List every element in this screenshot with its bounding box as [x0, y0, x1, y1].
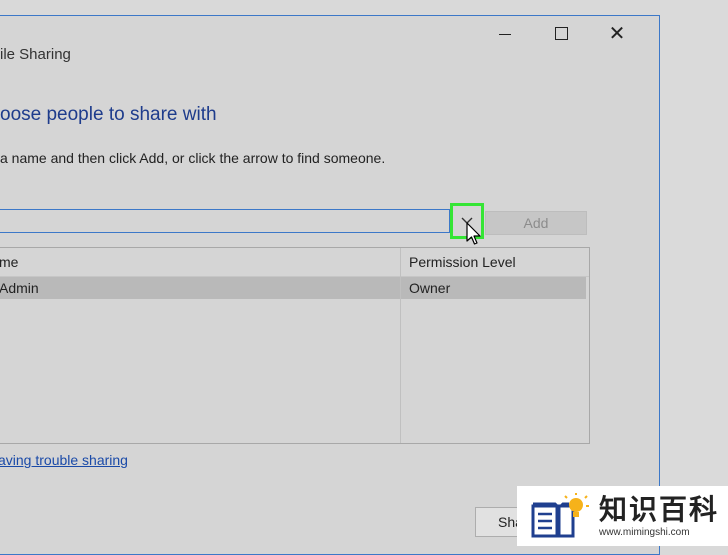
maximize-button[interactable] — [533, 16, 589, 50]
page-heading: oose people to share with — [0, 104, 217, 125]
instructions-text: a name and then click Add, or click the … — [0, 150, 386, 166]
column-divider — [400, 248, 401, 443]
table-header: me Permission Level — [0, 248, 589, 277]
window-controls: ✕ — [477, 16, 645, 50]
book-lightbulb-icon — [531, 493, 589, 538]
row-permission[interactable]: Owner — [409, 280, 450, 296]
close-button[interactable]: ✕ — [589, 16, 645, 50]
add-button[interactable]: Add — [485, 211, 587, 235]
minimize-icon — [499, 33, 511, 35]
trouble-sharing-link[interactable]: aving trouble sharing — [0, 452, 128, 468]
background-strip — [660, 0, 728, 546]
minimize-button[interactable] — [477, 16, 533, 50]
row-name: Admin — [0, 280, 39, 296]
watermark: 知识百科 www.mimingshi.com — [517, 486, 728, 546]
window-title: ile Sharing — [0, 46, 71, 63]
watermark-chinese: 知识百科 — [599, 492, 720, 526]
mouse-cursor-icon — [466, 222, 481, 245]
name-input[interactable] — [0, 209, 450, 233]
maximize-icon — [554, 26, 568, 40]
watermark-text: 知识百科 www.mimingshi.com — [599, 492, 720, 538]
permission-column-header[interactable]: Permission Level — [409, 254, 516, 270]
name-column-header[interactable]: me — [0, 254, 18, 270]
sharing-table: me Permission Level Admin Owner — [0, 247, 590, 444]
close-icon: ✕ — [608, 22, 626, 45]
watermark-url: www.mimingshi.com — [599, 526, 690, 538]
table-row[interactable]: Admin Owner — [0, 277, 586, 299]
